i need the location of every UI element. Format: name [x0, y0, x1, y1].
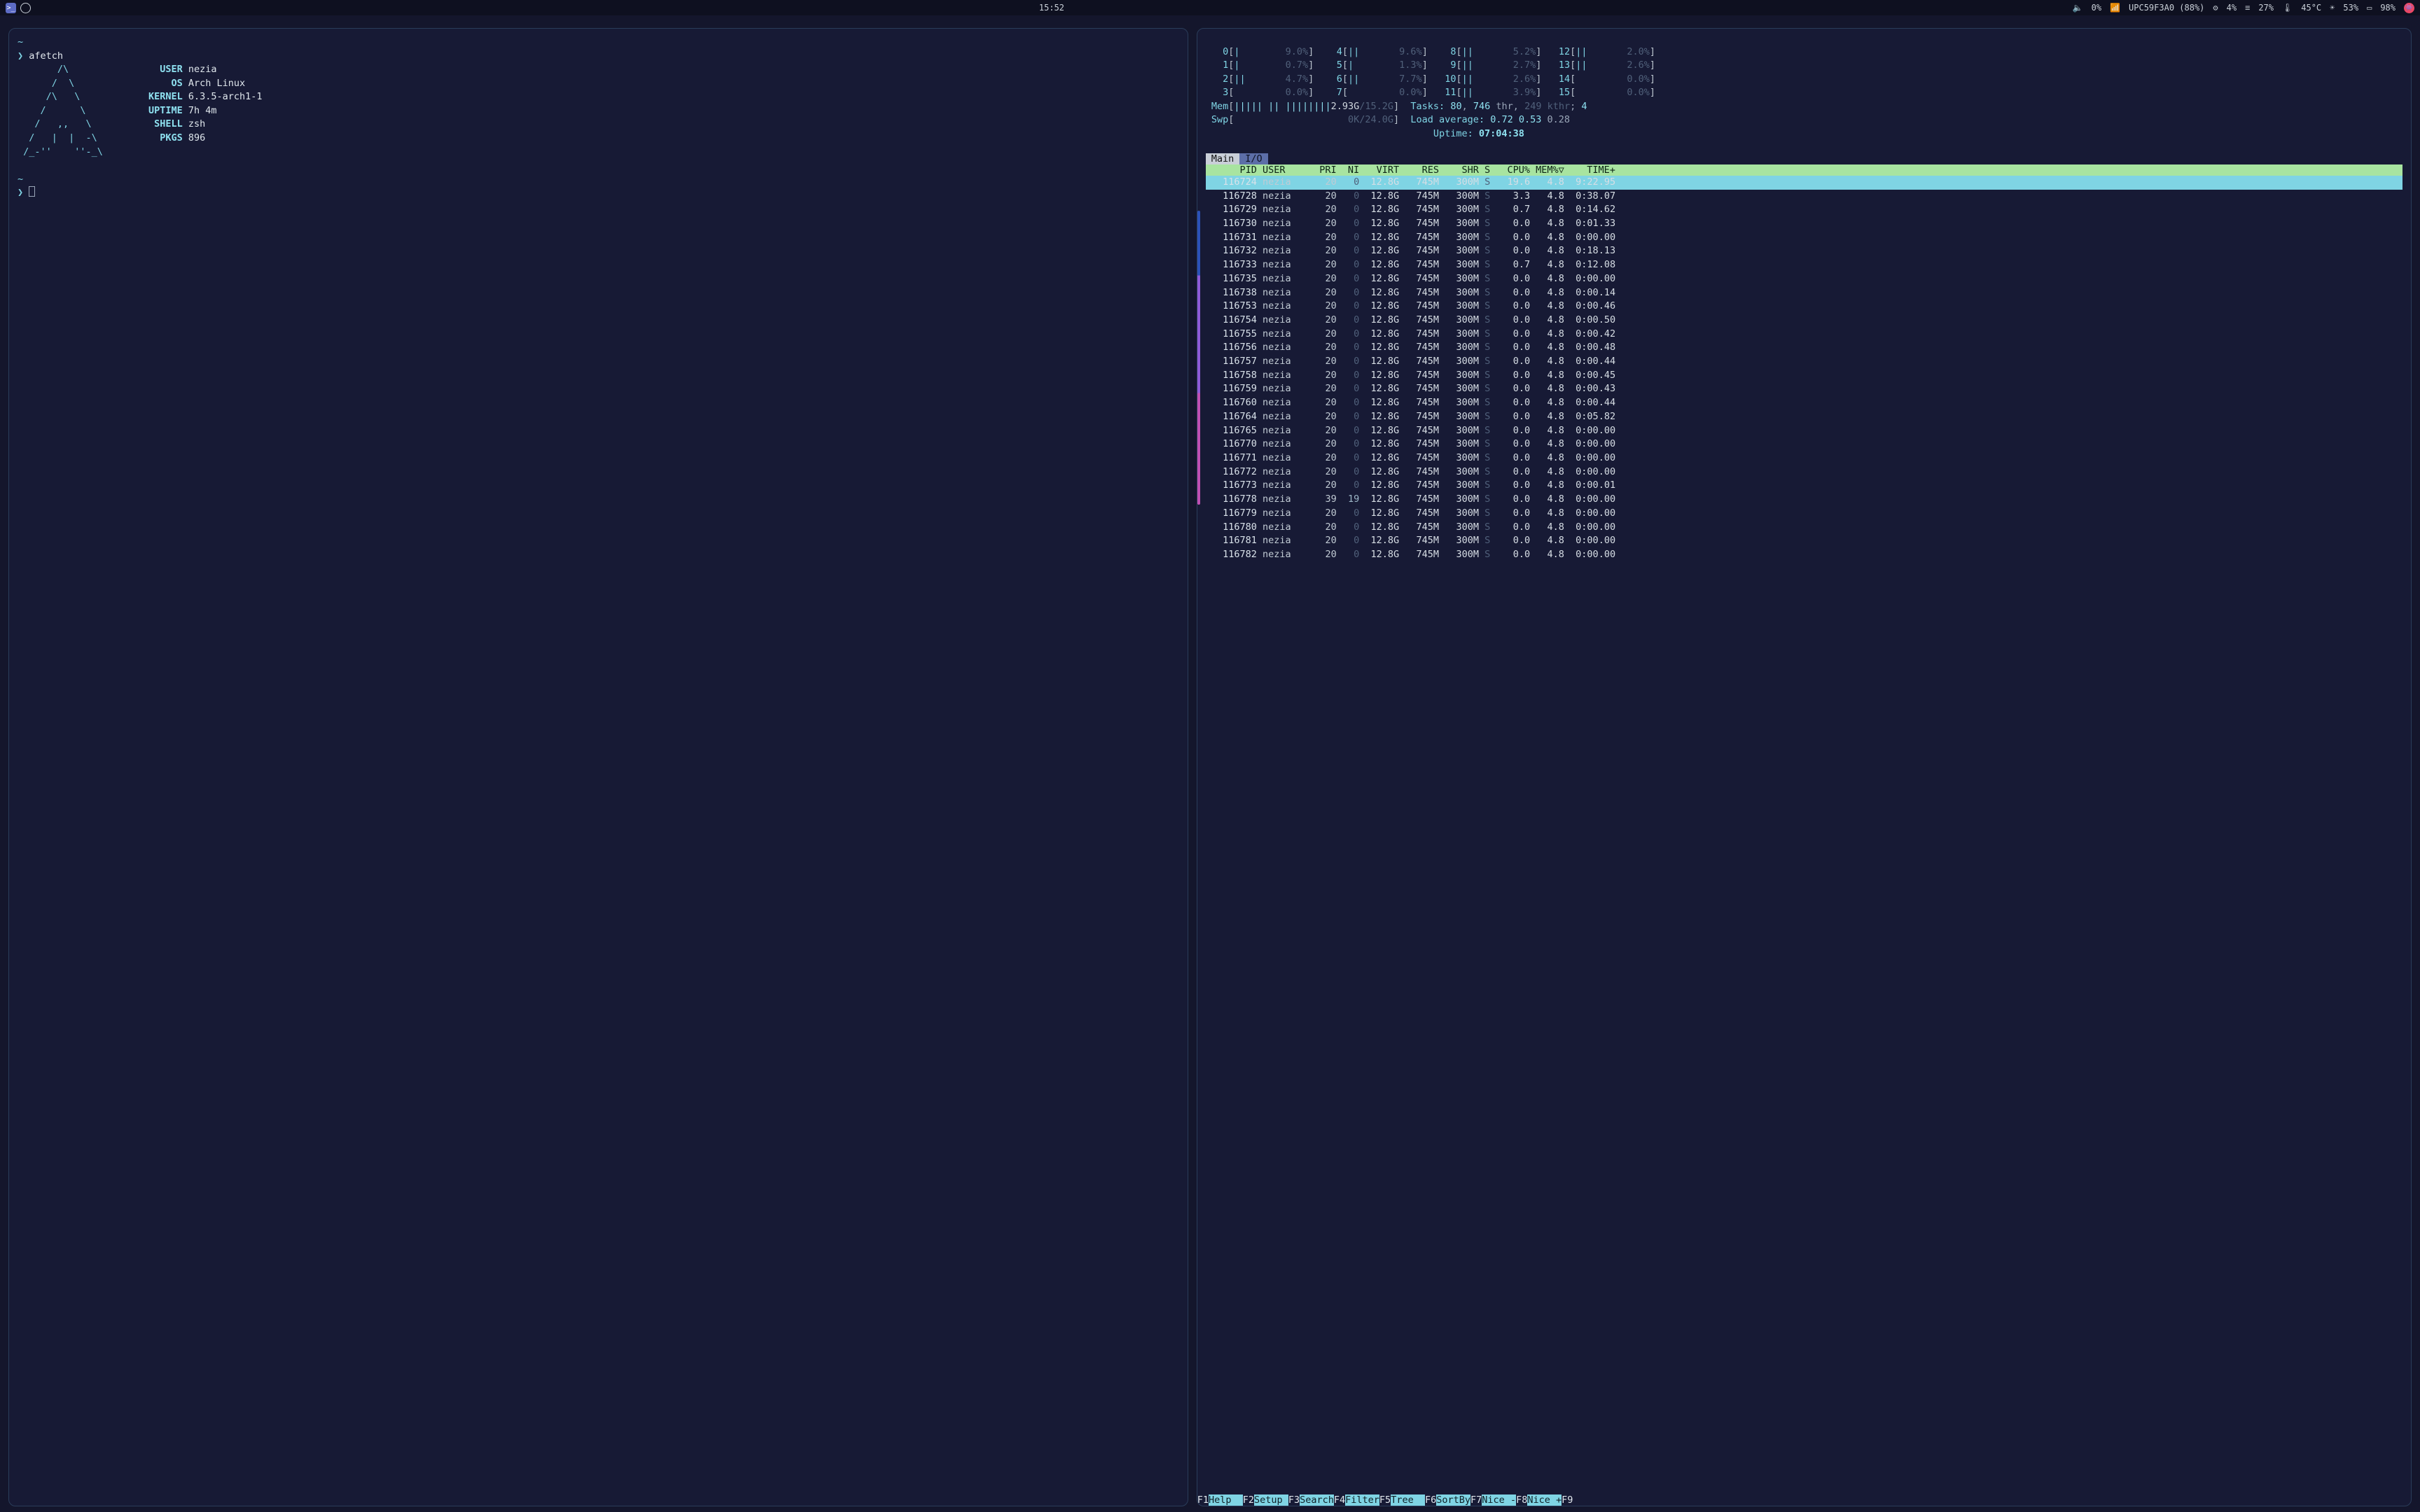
discord-icon[interactable]: 👾: [2404, 3, 2414, 13]
process-row[interactable]: 116757 nezia 20 0 12.8G 745M 300M S 0.0 …: [1206, 355, 2402, 369]
battery-value: 98%: [2380, 3, 2395, 13]
brightness-value: 53%: [2343, 3, 2358, 13]
process-row[interactable]: 116782 nezia 20 0 12.8G 745M 300M S 0.0 …: [1206, 548, 2402, 562]
process-row[interactable]: 116771 nezia 20 0 12.8G 745M 300M S 0.0 …: [1206, 451, 2402, 465]
terminal-output: ~ ❯ afetch /\ USER nezia / \ OS Arch Lin…: [18, 36, 1179, 200]
process-row[interactable]: 116732 nezia 20 0 12.8G 745M 300M S 0.0 …: [1206, 244, 2402, 258]
process-row[interactable]: 116760 nezia 20 0 12.8G 745M 300M S 0.0 …: [1206, 396, 2402, 410]
tab-main[interactable]: Main: [1206, 153, 1240, 164]
process-row[interactable]: 116754 nezia 20 0 12.8G 745M 300M S 0.0 …: [1206, 314, 2402, 328]
gear-icon[interactable]: ⚙: [2213, 3, 2218, 13]
terminal-pane-right[interactable]: 0[| 9.0%] 4[|| 9.6%] 8[|| 5.2%] 12[|| 2.…: [1197, 28, 2412, 1506]
tab-io[interactable]: I/O: [1239, 153, 1267, 164]
top-bar: >_ 15:52 🔈 0% 📶 UPC59F3A0 (88%) ⚙ 4% ≡ 2…: [0, 0, 2420, 15]
volume-value: 0%: [2092, 3, 2101, 13]
clock: 15:52: [38, 3, 2066, 13]
process-row[interactable]: 116729 nezia 20 0 12.8G 745M 300M S 0.7 …: [1206, 203, 2402, 217]
scrollbar[interactable]: [1197, 211, 1200, 505]
brightness-icon[interactable]: ☀: [2330, 3, 2335, 13]
process-row[interactable]: 116770 nezia 20 0 12.8G 745M 300M S 0.0 …: [1206, 438, 2402, 451]
process-row[interactable]: 116724 nezia 20 0 12.8G 745M 300M S 19.6…: [1206, 176, 2402, 190]
process-row[interactable]: 116765 nezia 20 0 12.8G 745M 300M S 0.0 …: [1206, 424, 2402, 438]
browser-icon[interactable]: [20, 3, 31, 13]
process-row[interactable]: 116764 nezia 20 0 12.8G 745M 300M S 0.0 …: [1206, 410, 2402, 424]
process-row[interactable]: 116738 nezia 20 0 12.8G 745M 300M S 0.0 …: [1206, 286, 2402, 300]
process-row[interactable]: 116779 nezia 20 0 12.8G 745M 300M S 0.0 …: [1206, 507, 2402, 521]
wifi-label: UPC59F3A0 (88%): [2129, 3, 2204, 13]
temp-value: 45°C: [2301, 3, 2321, 13]
htop-tabs: MainI/O: [1206, 153, 2402, 164]
process-header[interactable]: PID USER PRI NI VIRT RES SHR S CPU% MEM%…: [1206, 164, 2402, 176]
process-row[interactable]: 116759 nezia 20 0 12.8G 745M 300M S 0.0 …: [1206, 382, 2402, 396]
terminal-pane-left[interactable]: ~ ❯ afetch /\ USER nezia / \ OS Arch Lin…: [8, 28, 1188, 1506]
menu-value: 27%: [2258, 3, 2274, 13]
terminal-icon[interactable]: >_: [6, 3, 16, 13]
process-row[interactable]: 116756 nezia 20 0 12.8G 745M 300M S 0.0 …: [1206, 341, 2402, 355]
menu-icon[interactable]: ≡: [2245, 3, 2250, 13]
thermometer-icon: 🌡: [2282, 3, 2293, 13]
process-row[interactable]: 116772 nezia 20 0 12.8G 745M 300M S 0.0 …: [1206, 465, 2402, 479]
process-row[interactable]: 116755 nezia 20 0 12.8G 745M 300M S 0.0 …: [1206, 328, 2402, 342]
process-row[interactable]: 116733 nezia 20 0 12.8G 745M 300M S 0.7 …: [1206, 258, 2402, 272]
process-row[interactable]: 116758 nezia 20 0 12.8G 745M 300M S 0.0 …: [1206, 369, 2402, 383]
process-row[interactable]: 116773 nezia 20 0 12.8G 745M 300M S 0.0 …: [1206, 479, 2402, 493]
battery-icon: ▭: [2367, 3, 2372, 13]
process-row[interactable]: 116780 nezia 20 0 12.8G 745M 300M S 0.0 …: [1206, 521, 2402, 535]
process-row[interactable]: 116778 nezia 39 19 12.8G 745M 300M S 0.0…: [1206, 493, 2402, 507]
gear-value: 4%: [2227, 3, 2237, 13]
process-row[interactable]: 116735 nezia 20 0 12.8G 745M 300M S 0.0 …: [1206, 272, 2402, 286]
process-row[interactable]: 116728 nezia 20 0 12.8G 745M 300M S 3.3 …: [1206, 190, 2402, 204]
process-row[interactable]: 116781 nezia 20 0 12.8G 745M 300M S 0.0 …: [1206, 534, 2402, 548]
process-row[interactable]: 116730 nezia 20 0 12.8G 745M 300M S 0.0 …: [1206, 217, 2402, 231]
wifi-icon[interactable]: 📶: [2110, 3, 2120, 13]
htop-fkeys[interactable]: F1Help F2Setup F3SearchF4FilterF5Tree F6…: [1197, 1494, 2411, 1506]
process-row[interactable]: 116753 nezia 20 0 12.8G 745M 300M S 0.0 …: [1206, 300, 2402, 314]
htop-meters: 0[| 9.0%] 4[|| 9.6%] 8[|| 5.2%] 12[|| 2.…: [1206, 46, 2402, 141]
process-row[interactable]: 116731 nezia 20 0 12.8G 745M 300M S 0.0 …: [1206, 231, 2402, 245]
process-list[interactable]: 116724 nezia 20 0 12.8G 745M 300M S 19.6…: [1206, 176, 2402, 1499]
volume-icon[interactable]: 🔈: [2073, 3, 2083, 13]
